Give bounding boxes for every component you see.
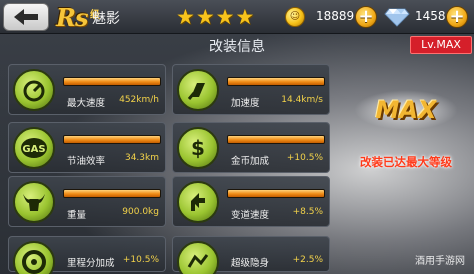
star-icon: ★: [215, 5, 235, 29]
bull-icon: [13, 181, 55, 223]
stat-value: +10.5%: [286, 153, 323, 163]
top-bar: Rs 级 魅影 ★ ★ ★ ★ ☺ 18889 + 1458 +: [0, 0, 474, 34]
stat-label: 超级隐身: [231, 258, 270, 269]
stat-card-max-speed: 最大速度 452km/h: [8, 64, 166, 115]
watermark: 酒用手游网: [415, 256, 465, 267]
stat-label: 最大速度: [67, 98, 106, 109]
stealth-icon: [177, 241, 219, 274]
back-arrow-icon: [14, 9, 38, 25]
stat-bar: [63, 77, 161, 86]
stat-label: 重量: [67, 210, 87, 221]
stat-bar: [63, 135, 161, 144]
stat-value: 452km/h: [119, 95, 159, 105]
add-gems-button[interactable]: +: [446, 6, 468, 28]
stat-bar: [63, 189, 161, 198]
panel-title: 改装信息: [209, 39, 265, 55]
stat-card-weight: 重量 900.0kg: [8, 176, 166, 227]
diamond-icon: [384, 8, 410, 27]
gas-icon: GAS: [13, 127, 55, 169]
stat-card-acceleration: 加速度 14.4km/s: [172, 64, 330, 115]
stat-card-lane-change-speed: 变道速度 +8.5%: [172, 176, 330, 227]
star-icon: ★: [235, 5, 255, 29]
svg-text:GAS: GAS: [22, 144, 45, 155]
stat-bar: [227, 135, 325, 144]
star-icon: ★: [195, 5, 215, 29]
stat-bar: [227, 77, 325, 86]
back-button[interactable]: [3, 3, 49, 31]
stat-value: 900.0kg: [122, 207, 159, 217]
stat-card-mileage-bonus: 里程分加成 +10.5%: [8, 236, 166, 274]
stat-card-fuel-efficiency: GAS 节油效率 34.3km: [8, 122, 166, 173]
stat-card-coin-bonus: $ 金币加成 +10.5%: [172, 122, 330, 173]
stat-value: +8.5%: [292, 207, 323, 217]
max-label: MAX: [375, 96, 437, 124]
max-level-message: 改装已达最大等级: [360, 155, 452, 169]
stat-label: 变道速度: [231, 210, 270, 221]
stat-value: +2.5%: [292, 255, 323, 265]
stat-label: 加速度: [231, 98, 260, 109]
star-rating: ★ ★ ★ ★: [176, 6, 254, 28]
car-name: 魅影: [92, 11, 120, 27]
tire-icon: [13, 241, 55, 274]
level-badge: Lv.MAX: [410, 36, 472, 54]
coin-bonus-icon: $: [177, 127, 219, 169]
coin-icon: ☺: [285, 7, 305, 27]
stat-label: 里程分加成: [67, 258, 115, 269]
stat-label: 金币加成: [231, 156, 270, 167]
svg-text:$: $: [191, 136, 205, 160]
stat-card-super-stealth: 超级隐身 +2.5%: [172, 236, 330, 274]
rocket-icon: [177, 69, 219, 111]
coin-count: 18889: [316, 9, 355, 23]
star-icon: ★: [176, 5, 195, 29]
stat-label: 节油效率: [67, 156, 106, 167]
stat-value: 34.3km: [124, 153, 159, 163]
gem-count: 1458: [415, 9, 446, 23]
max-level-panel: MAX 改装已达最大等级: [336, 54, 472, 274]
rank-text: Rs: [56, 3, 88, 32]
stat-value: +10.5%: [122, 255, 159, 265]
lane-change-icon: [177, 181, 219, 223]
speedometer-icon: [13, 69, 55, 111]
stat-bar: [227, 189, 325, 198]
stat-value: 14.4km/s: [281, 95, 323, 105]
add-coins-button[interactable]: +: [355, 6, 377, 28]
